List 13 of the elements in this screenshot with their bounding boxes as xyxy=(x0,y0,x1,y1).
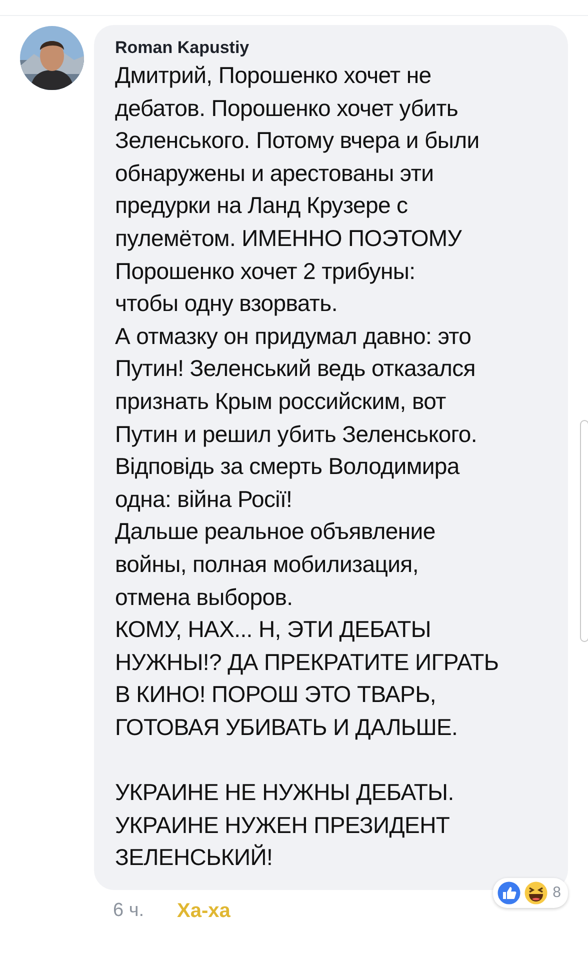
reaction-link[interactable]: Ха-ха xyxy=(177,896,230,926)
scrollbar-thumb[interactable] xyxy=(580,420,588,642)
reaction-count: 8 xyxy=(552,882,561,903)
comment-text: УКРАИНЕ НЕ НУЖНЫ ДЕБАТЫ. УКРАИНЕ НУЖЕН ПРЕЗИДЕНТ ЗЕЛЕНСЬКИЙ! xyxy=(115,778,455,872)
comment-text: Дальше реальное объявление войны, полная мобилизация, отмена выборов. xyxy=(115,517,436,612)
author-name[interactable]: Roman Kapustiy xyxy=(115,37,560,59)
reactions-badge[interactable]: 8 xyxy=(492,878,568,908)
comment-text: Дмитрий, Порошенко хочет не дебатов. Порошенко хочет убить Зеленського. Потому вчера и были обнаружены и арестованы эти предурки на Ланд Крузере с пулемётом. ИМЕННО ПОЭТОМУ Порошенко хочет 2 трибуны: чтобы одну взорвать. xyxy=(115,61,480,318)
timestamp: 6 ч. xyxy=(113,898,144,923)
comment-text: А отмазку он придумал давно: это Путин! Зеленський ведь отказался признать Крым российским, вот Путин и решил убить Зеленського. Відповідь за смерть Володимира одна: війна Росії! xyxy=(115,322,478,514)
like-icon xyxy=(496,880,522,906)
comment-text: КОМУ, НАХ... Н, ЭТИ ДЕБАТЫ НУЖНЫ!? ДА ПРЕКРАТИТЕ ИГРАТЬ В КИНО! ПОРОШ ЭТО ТВАРЬ, ГОТОВАЯ УБИВАТЬ И ДАЛЬШЕ. xyxy=(115,615,500,742)
laughing-emoji-icon xyxy=(522,880,549,906)
